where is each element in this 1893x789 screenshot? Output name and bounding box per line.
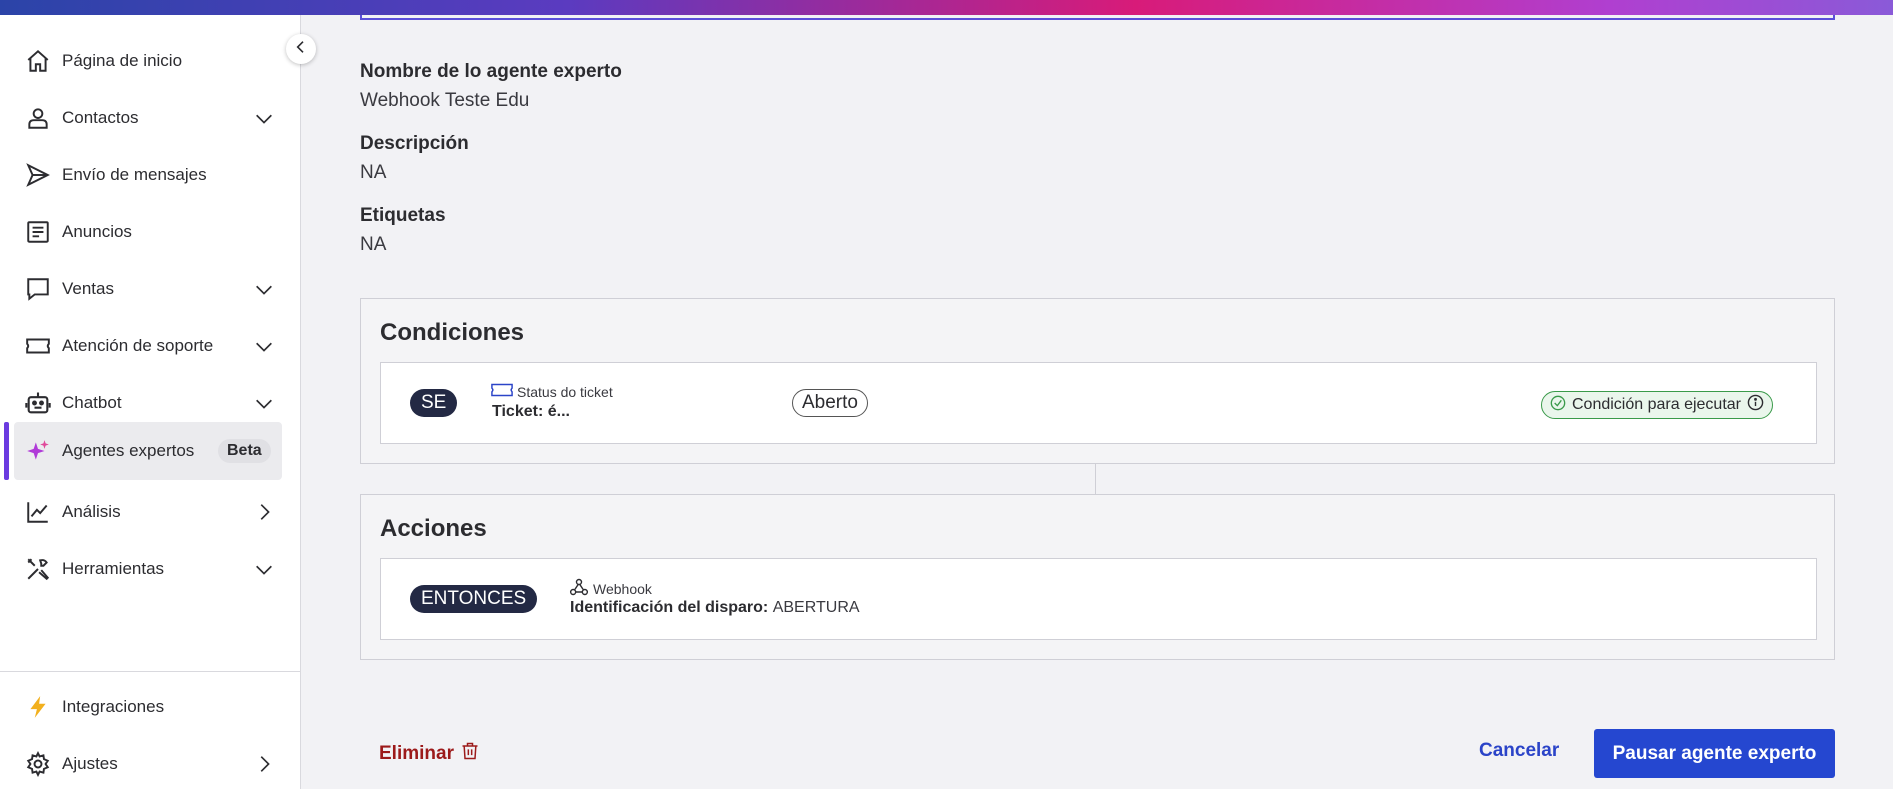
beta-badge: Beta bbox=[218, 439, 271, 463]
action-caption-text: Webhook bbox=[593, 580, 652, 597]
trigger-id-value: ABERTURA bbox=[772, 599, 860, 616]
sidebar-item-label: Ajustes bbox=[62, 754, 118, 773]
conditions-title: Condiciones bbox=[380, 319, 525, 346]
check-circle-icon bbox=[1550, 395, 1566, 416]
actions-title: Acciones bbox=[380, 515, 487, 542]
action-card: ENTONCES Webhook Identificación del disp… bbox=[380, 558, 1817, 640]
webhook-icon bbox=[569, 577, 589, 600]
sidebar-divider bbox=[0, 671, 301, 672]
condition-card: SE Status do ticket Ticket: é... Aberto … bbox=[380, 362, 1817, 444]
collapse-sidebar-button[interactable] bbox=[286, 34, 316, 64]
chevron-down-icon[interactable] bbox=[251, 276, 277, 302]
chevron-down-icon[interactable] bbox=[251, 105, 277, 131]
trigger-id-label: Identificación del disparo: bbox=[570, 599, 769, 616]
chevron-right-icon[interactable] bbox=[251, 499, 277, 525]
sidebar-item-label: Herramientas bbox=[62, 559, 165, 578]
then-pill: ENTONCES bbox=[410, 585, 538, 613]
chart-line-icon bbox=[24, 498, 52, 526]
gear-icon bbox=[24, 750, 52, 778]
chevron-right-icon[interactable] bbox=[251, 751, 277, 777]
tags-value: NA bbox=[360, 234, 387, 255]
sidebar-item-label: Ventas bbox=[62, 279, 114, 298]
previous-section-border bbox=[360, 15, 1835, 20]
sparkles-icon bbox=[24, 437, 52, 465]
delete-button[interactable]: Eliminar bbox=[379, 740, 480, 768]
active-indicator bbox=[4, 422, 9, 480]
cancel-button[interactable]: Cancelar bbox=[1479, 740, 1559, 762]
sidebar-item-settings[interactable]: Ajustes bbox=[0, 736, 301, 789]
execute-condition-text: Condición para ejecutar bbox=[1572, 396, 1741, 413]
sidebar-item-label: Análisis bbox=[62, 502, 121, 521]
lightning-icon bbox=[24, 693, 52, 721]
sidebar-item-tools[interactable]: Herramientas bbox=[0, 541, 301, 597]
chevron-down-icon[interactable] bbox=[251, 556, 277, 582]
agent-name-value: Webhook Teste Edu bbox=[360, 90, 530, 111]
sidebar-item-support[interactable]: Atención de soporte bbox=[0, 318, 301, 374]
sidebar-item-expert-agents[interactable]: Agentes expertos Beta bbox=[0, 422, 301, 480]
info-icon[interactable] bbox=[1747, 394, 1764, 416]
panel-connector bbox=[1095, 464, 1096, 494]
sidebar-item-label: Contactos bbox=[62, 108, 139, 127]
sidebar-item-integrations[interactable]: Integraciones bbox=[0, 679, 301, 735]
agent-name-label: Nombre de lo agente experto bbox=[360, 61, 622, 82]
condition-value-pill: Aberto bbox=[792, 389, 868, 417]
conditions-panel: Condiciones SE Status do ticket Ticket: … bbox=[360, 298, 1835, 464]
ticket-icon bbox=[491, 382, 513, 401]
home-icon bbox=[24, 47, 52, 75]
sidebar-item-ads[interactable]: Anuncios bbox=[0, 204, 301, 260]
sidebar-item-label: Página de inicio bbox=[62, 51, 183, 70]
description-label: Descripción bbox=[360, 133, 469, 154]
chat-bubble-icon bbox=[24, 275, 52, 303]
action-caption: Webhook bbox=[569, 577, 652, 600]
top-gradient-bar bbox=[0, 0, 1893, 15]
user-icon bbox=[24, 104, 52, 132]
tools-icon bbox=[24, 555, 52, 583]
sidebar-item-contacts[interactable]: Contactos bbox=[0, 90, 301, 146]
chevron-left-icon bbox=[293, 39, 309, 60]
trash-icon bbox=[460, 740, 480, 768]
execute-condition-badge: Condición para ejecutar bbox=[1541, 391, 1773, 419]
delete-button-label: Eliminar bbox=[379, 743, 454, 764]
sidebar-item-home[interactable]: Página de inicio bbox=[0, 33, 301, 89]
condition-caption-text: Status do ticket bbox=[517, 383, 613, 400]
actions-panel: Acciones ENTONCES Webhook Identificación… bbox=[360, 494, 1835, 660]
ticket-icon bbox=[24, 332, 52, 360]
sidebar-item-label: Atención de soporte bbox=[62, 336, 214, 355]
sidebar-item-label: Chatbot bbox=[62, 393, 122, 412]
robot-icon bbox=[24, 389, 52, 417]
sidebar-item-label: Integraciones bbox=[62, 697, 165, 716]
send-icon bbox=[24, 161, 52, 189]
tags-label: Etiquetas bbox=[360, 205, 446, 226]
document-icon bbox=[24, 218, 52, 246]
sidebar-item-analysis[interactable]: Análisis bbox=[0, 484, 301, 540]
main-content: Nombre de lo agente experto Webhook Test… bbox=[302, 15, 1893, 789]
description-value: NA bbox=[360, 162, 387, 183]
chevron-down-icon[interactable] bbox=[251, 333, 277, 359]
condition-caption: Status do ticket bbox=[491, 382, 613, 401]
sidebar-item-label: Anuncios bbox=[62, 222, 132, 241]
chevron-down-icon[interactable] bbox=[251, 390, 277, 416]
sidebar-item-sales[interactable]: Ventas bbox=[0, 261, 301, 317]
if-pill: SE bbox=[410, 389, 458, 417]
sidebar-item-messaging[interactable]: Envío de mensajes bbox=[0, 147, 301, 203]
sidebar: Página de inicio Contactos Envío de mens… bbox=[0, 15, 301, 789]
sidebar-item-label: Envío de mensajes bbox=[62, 165, 207, 184]
sidebar-item-label: Agentes expertos bbox=[62, 441, 195, 460]
condition-field: Ticket: é... bbox=[492, 403, 570, 420]
trigger-id-line: Identificación del disparo: ABERTURA bbox=[570, 599, 860, 617]
pause-agent-button[interactable]: Pausar agente experto bbox=[1594, 729, 1835, 778]
